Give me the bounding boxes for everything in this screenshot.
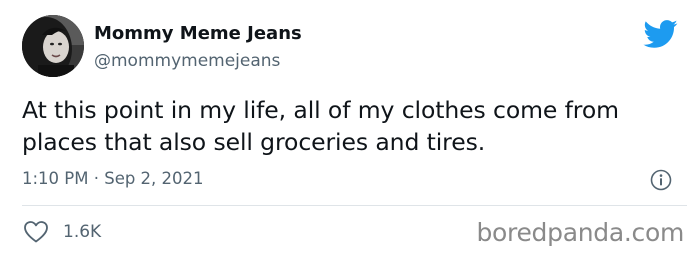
watermark: boredpanda.com [476, 218, 684, 247]
like-count: 1.6K [63, 222, 102, 242]
info-icon[interactable] [650, 169, 672, 191]
tweet-card: Mommy Meme Jeans @mommymemejeans At this… [0, 0, 700, 257]
tweet-text: At this point in my life, all of my clot… [22, 96, 619, 156]
heart-icon [23, 220, 49, 244]
user-handle[interactable]: @mommymemejeans [94, 50, 280, 72]
avatar[interactable] [22, 15, 84, 77]
twitter-bird-icon[interactable] [642, 19, 678, 49]
avatar-photo [22, 15, 84, 77]
divider [22, 205, 687, 206]
tweet-timestamp[interactable]: 1:10 PM · Sep 2, 2021 [22, 168, 204, 190]
display-name[interactable]: Mommy Meme Jeans [94, 22, 302, 46]
like-button[interactable]: 1.6K [23, 220, 101, 244]
